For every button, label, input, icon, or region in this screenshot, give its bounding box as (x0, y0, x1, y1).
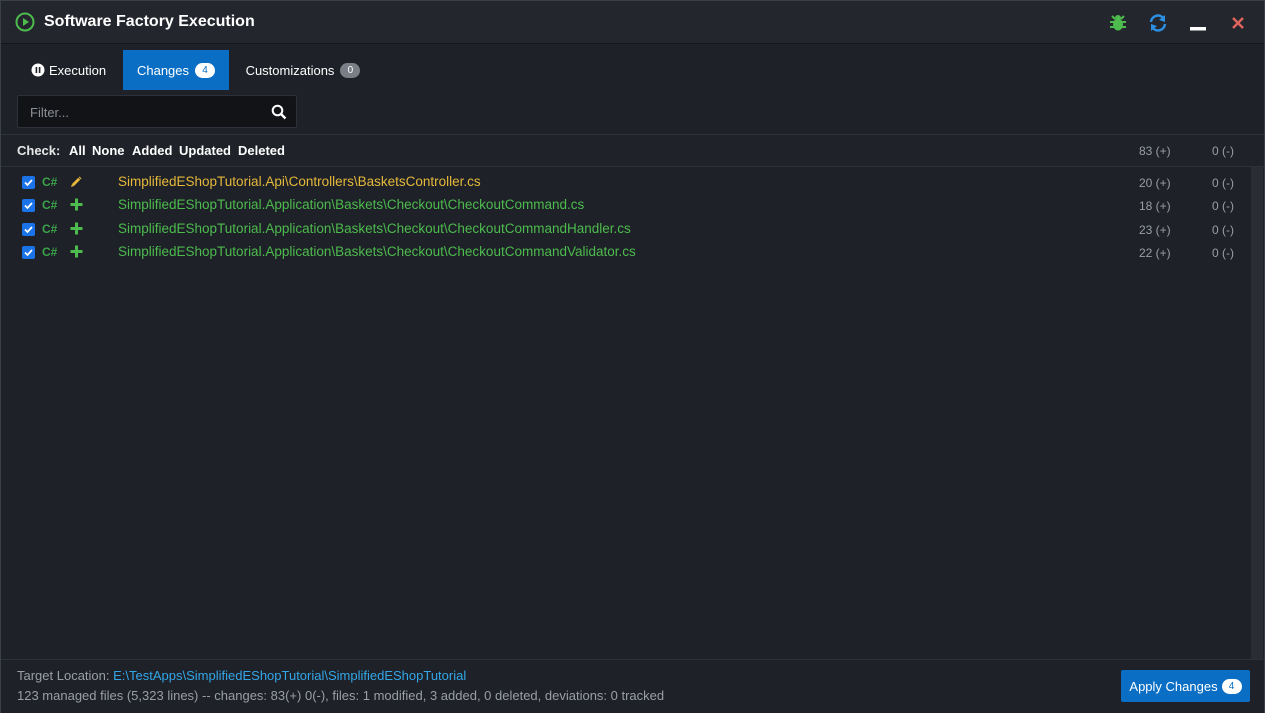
total-additions: 83 (+) (1139, 144, 1171, 158)
changes-list: C# SimplifiedEShopTutorial.Api\Controlle… (1, 169, 1251, 657)
file-additions: 23 (+) (1139, 223, 1171, 237)
tab-customizations-label: Customizations (245, 62, 335, 78)
customizations-count-badge: 0 (340, 62, 361, 78)
footer: Target Location: E:\TestApps\SimplifiedE… (1, 659, 1264, 713)
pencil-icon (71, 176, 82, 187)
refresh-icon[interactable] (1148, 13, 1168, 33)
total-deletions: 0 (-) (1212, 144, 1234, 158)
file-row[interactable]: C# SimplifiedEShopTutorial.Application\B… (1, 239, 1251, 262)
check-updated-link[interactable]: Updated (179, 143, 231, 158)
csharp-icon: C# (42, 222, 58, 236)
apply-changes-label: Apply Changes (1129, 678, 1218, 694)
plus-icon (70, 198, 83, 211)
check-deleted-link[interactable]: Deleted (238, 143, 285, 158)
file-additions: 22 (+) (1139, 246, 1171, 260)
check-none-link[interactable]: None (92, 143, 125, 158)
csharp-icon: C# (42, 175, 58, 189)
changes-count-badge: 4 (195, 62, 216, 78)
check-toolbar: Check: All None Added Updated Deleted 83… (1, 134, 1264, 167)
file-deletions: 0 (-) (1212, 246, 1234, 260)
list-scrollbar[interactable] (1251, 167, 1263, 659)
file-path[interactable]: SimplifiedEShopTutorial.Api\Controllers\… (118, 174, 481, 189)
csharp-icon: C# (42, 245, 58, 259)
file-checkbox[interactable] (22, 223, 35, 236)
title-bar: Software Factory Execution (1, 1, 1264, 44)
file-path[interactable]: SimplifiedEShopTutorial.Application\Bask… (118, 244, 636, 259)
file-path[interactable]: SimplifiedEShopTutorial.Application\Bask… (118, 197, 584, 212)
file-additions: 20 (+) (1139, 176, 1171, 190)
file-row[interactable]: C# SimplifiedEShopTutorial.Api\Controlle… (1, 169, 1251, 192)
apply-changes-button[interactable]: Apply Changes 4 (1121, 670, 1250, 702)
close-icon[interactable] (1228, 13, 1248, 33)
file-deletions: 0 (-) (1212, 176, 1234, 190)
file-row[interactable]: C# SimplifiedEShopTutorial.Application\B… (1, 192, 1251, 215)
filter-box (17, 95, 297, 129)
csharp-icon: C# (42, 198, 58, 212)
file-path[interactable]: SimplifiedEShopTutorial.Application\Bask… (118, 221, 631, 236)
apply-count-badge: 4 (1221, 678, 1242, 694)
plus-icon (70, 245, 83, 258)
tab-execution[interactable]: Execution (19, 50, 117, 90)
tab-customizations[interactable]: Customizations 0 (233, 50, 373, 90)
file-deletions: 0 (-) (1212, 223, 1234, 237)
target-location-link[interactable]: E:\TestApps\SimplifiedEShopTutorial\Simp… (113, 668, 466, 683)
tab-changes[interactable]: Changes 4 (123, 50, 229, 90)
tab-execution-label: Execution (49, 62, 107, 78)
target-location: Target Location: E:\TestApps\SimplifiedE… (17, 668, 466, 683)
file-checkbox[interactable] (22, 199, 35, 212)
file-checkbox[interactable] (22, 246, 35, 259)
bug-icon[interactable] (1108, 13, 1128, 33)
check-all-link[interactable]: All (69, 143, 86, 158)
filter-input[interactable] (18, 96, 272, 129)
changes-summary: 123 managed files (5,323 lines) -- chang… (17, 688, 665, 703)
play-icon (15, 12, 35, 32)
check-added-link[interactable]: Added (132, 143, 172, 158)
file-deletions: 0 (-) (1212, 199, 1234, 213)
target-location-label: Target Location: (17, 668, 110, 683)
file-additions: 18 (+) (1139, 199, 1171, 213)
check-label: Check: (17, 143, 61, 158)
window-title: Software Factory Execution (44, 13, 255, 30)
minimize-icon[interactable] (1188, 13, 1208, 33)
file-row[interactable]: C# SimplifiedEShopTutorial.Application\B… (1, 216, 1251, 239)
tab-changes-label: Changes (136, 62, 190, 78)
execution-window: Software Factory Execution Execution Cha… (0, 0, 1265, 713)
pause-icon (31, 63, 45, 77)
plus-icon (70, 222, 83, 235)
file-checkbox[interactable] (22, 176, 35, 189)
search-icon[interactable] (271, 104, 287, 120)
